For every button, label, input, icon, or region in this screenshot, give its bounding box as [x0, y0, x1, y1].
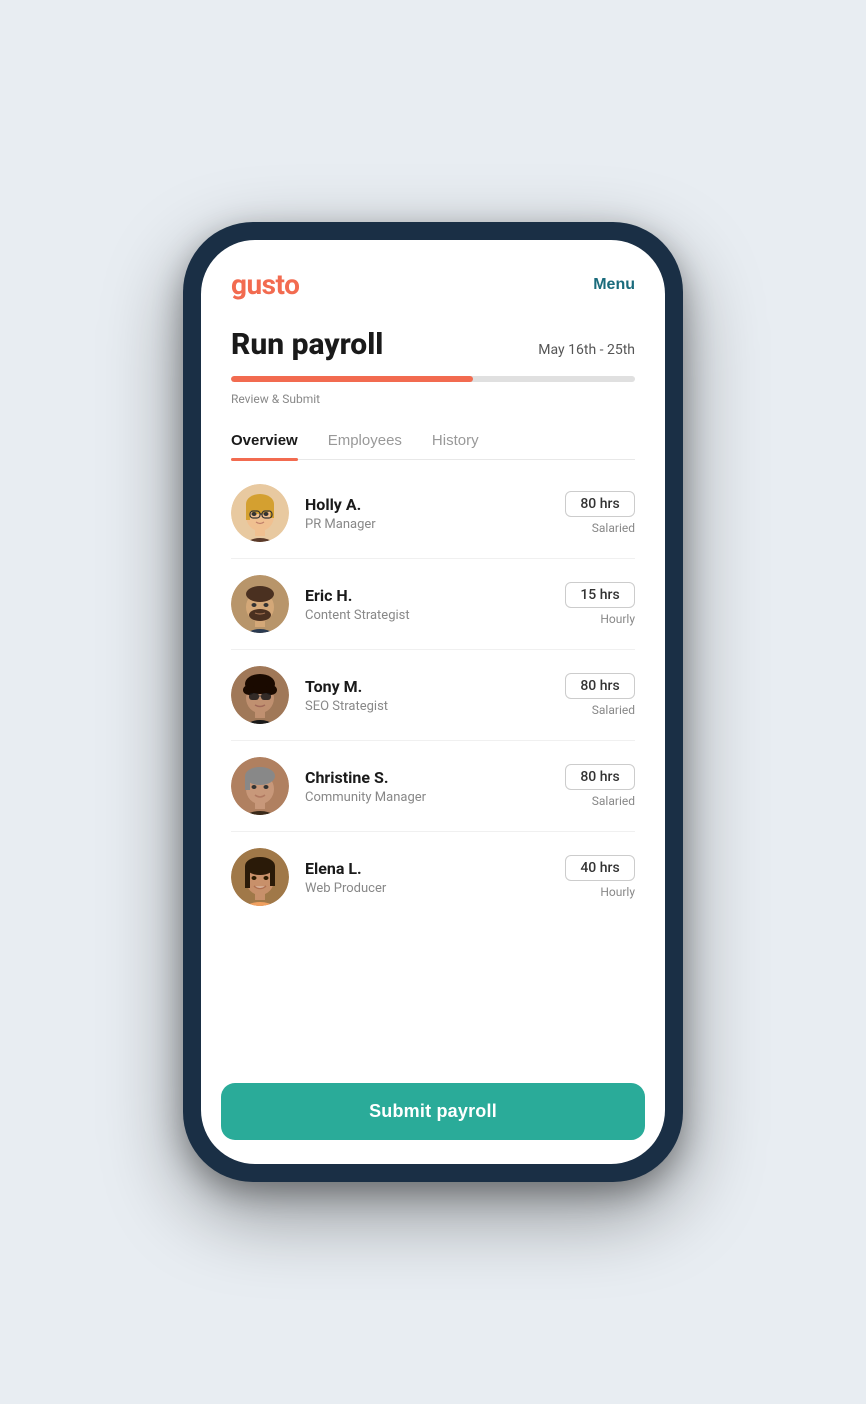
pay-type: Hourly: [600, 885, 635, 899]
list-item[interactable]: Elena L. Web Producer 40 hrs Hourly: [231, 832, 635, 922]
employee-name: Christine S.: [305, 768, 565, 787]
pay-type: Salaried: [592, 703, 635, 717]
menu-button[interactable]: Menu: [593, 276, 635, 294]
date-range: May 16th - 25th: [538, 342, 635, 358]
phone-frame: gusto Menu Run payroll May 16th - 25th R…: [183, 222, 683, 1182]
list-item[interactable]: Tony M. SEO Strategist 80 hrs Salaried: [231, 650, 635, 741]
employee-role: Content Strategist: [305, 608, 565, 623]
employee-hours: 40 hrs Hourly: [565, 855, 635, 899]
employee-info: Christine S. Community Manager: [305, 768, 565, 805]
app-header: gusto Menu: [201, 240, 665, 317]
phone-screen: gusto Menu Run payroll May 16th - 25th R…: [201, 240, 665, 1164]
employee-name: Eric H.: [305, 586, 565, 605]
submit-section: Submit payroll: [201, 1067, 665, 1164]
employee-role: Community Manager: [305, 790, 565, 805]
pay-type: Hourly: [600, 612, 635, 626]
hours-badge: 80 hrs: [565, 764, 635, 790]
employee-name: Elena L.: [305, 859, 565, 878]
list-item[interactable]: Holly A. PR Manager 80 hrs Salaried: [231, 468, 635, 559]
employee-info: Tony M. SEO Strategist: [305, 677, 565, 714]
progress-bar: [231, 376, 635, 382]
title-row: Run payroll May 16th - 25th: [231, 327, 635, 362]
employee-info: Eric H. Content Strategist: [305, 586, 565, 623]
avatar: [231, 484, 289, 542]
progress-label: Review & Submit: [231, 392, 635, 406]
avatar: [231, 575, 289, 633]
pay-type: Salaried: [592, 521, 635, 535]
hours-badge: 80 hrs: [565, 673, 635, 699]
employee-hours: 80 hrs Salaried: [565, 491, 635, 535]
avatar: [231, 848, 289, 906]
progress-bar-fill: [231, 376, 473, 382]
list-item[interactable]: Christine S. Community Manager 80 hrs Sa…: [231, 741, 635, 832]
tab-history[interactable]: History: [432, 422, 479, 459]
hours-badge: 15 hrs: [565, 582, 635, 608]
avatar: [231, 666, 289, 724]
submit-payroll-button[interactable]: Submit payroll: [221, 1083, 645, 1140]
employee-hours: 80 hrs Salaried: [565, 673, 635, 717]
tabs-container: Overview Employees History: [231, 422, 635, 460]
employee-role: Web Producer: [305, 881, 565, 896]
employee-hours: 15 hrs Hourly: [565, 582, 635, 626]
tab-overview[interactable]: Overview: [231, 422, 298, 459]
page-content: Run payroll May 16th - 25th Review & Sub…: [201, 317, 665, 1067]
tab-employees[interactable]: Employees: [328, 422, 402, 459]
employee-list: Holly A. PR Manager 80 hrs Salaried: [231, 468, 635, 1067]
employee-role: PR Manager: [305, 517, 565, 532]
employee-info: Elena L. Web Producer: [305, 859, 565, 896]
employee-info: Holly A. PR Manager: [305, 495, 565, 532]
employee-hours: 80 hrs Salaried: [565, 764, 635, 808]
employee-name: Holly A.: [305, 495, 565, 514]
list-item[interactable]: Eric H. Content Strategist 15 hrs Hourly: [231, 559, 635, 650]
employee-role: SEO Strategist: [305, 699, 565, 714]
avatar: [231, 757, 289, 815]
hours-badge: 80 hrs: [565, 491, 635, 517]
app-logo: gusto: [231, 268, 299, 301]
page-title: Run payroll: [231, 327, 383, 362]
hours-badge: 40 hrs: [565, 855, 635, 881]
pay-type: Salaried: [592, 794, 635, 808]
employee-name: Tony M.: [305, 677, 565, 696]
